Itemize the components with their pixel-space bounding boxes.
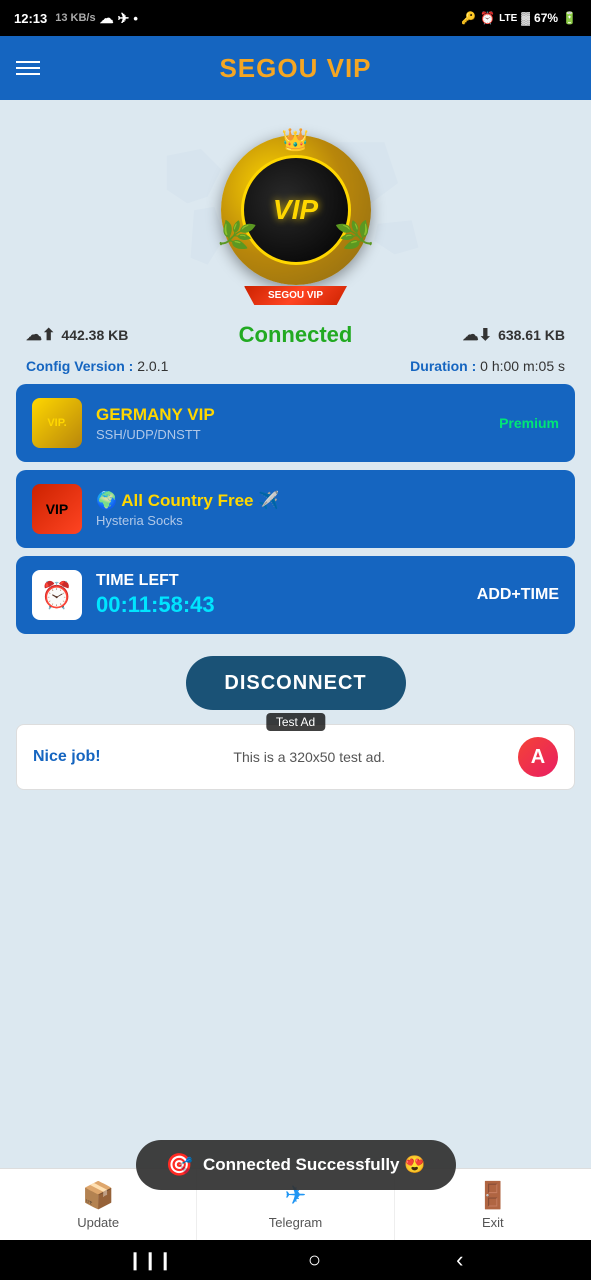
- dot-icon: •: [133, 11, 138, 26]
- exit-icon: 🚪: [477, 1180, 509, 1211]
- telegram-label: Telegram: [269, 1215, 322, 1230]
- menu-line-2: [16, 67, 40, 69]
- ad-nice-text: Nice job!: [33, 748, 101, 766]
- cloud-icon: ☁: [100, 10, 114, 27]
- toast-text: Connected Successfully 😍: [203, 1155, 425, 1175]
- server-type-1: SSH/UDP/DNSTT: [96, 427, 499, 442]
- status-left: 12:13 13 KB/s ☁ ✈ •: [14, 10, 138, 27]
- disconnect-button[interactable]: DISCONNECT: [186, 656, 406, 710]
- server-icon-1: VIP.: [32, 398, 82, 448]
- ad-label: Test Ad: [266, 713, 325, 731]
- ad-description: This is a 320x50 test ad.: [111, 749, 508, 765]
- time-card[interactable]: ⏰ TIME LEFT 00:11:58:43 ADD+TIME: [16, 556, 575, 634]
- download-stat: ☁⬇ 638.61 KB: [463, 325, 565, 345]
- status-right: 🔑 ⏰ LTE ▓ 67% 🔋: [461, 11, 577, 25]
- system-nav-bar: ❙❙❙ ○ ‹: [0, 1240, 591, 1280]
- sys-recent-button[interactable]: ❙❙❙: [128, 1250, 173, 1271]
- time-value: 00:11:58:43: [96, 592, 477, 618]
- config-version: Config Version : 2.0.1: [26, 358, 168, 374]
- menu-line-1: [16, 61, 40, 63]
- server-icon-label-2: VIP: [46, 501, 69, 517]
- battery-icon: 🔋: [562, 11, 577, 25]
- config-value: 2.0.1: [137, 358, 168, 374]
- update-icon: 📦: [82, 1180, 114, 1211]
- app-title: SEGOU VIP: [219, 53, 371, 84]
- time-info: TIME LEFT 00:11:58:43: [96, 572, 477, 618]
- time-label: TIME LEFT: [96, 572, 477, 590]
- download-icon: ☁⬇: [463, 325, 492, 345]
- status-network: 13 KB/s: [55, 12, 95, 24]
- send-icon: ✈: [118, 10, 130, 27]
- key-icon: 🔑: [461, 11, 476, 25]
- stats-row: ☁⬆ 442.38 KB Connected ☁⬇ 638.61 KB: [16, 314, 575, 356]
- battery-percent: 67%: [534, 11, 558, 25]
- config-row: Config Version : 2.0.1 Duration : 0 h:00…: [16, 356, 575, 384]
- medal-inner: VIP: [241, 155, 351, 265]
- server-icon-label-1: VIP.: [47, 417, 66, 429]
- update-label: Update: [77, 1215, 119, 1230]
- crown-icon: 👑: [282, 127, 309, 153]
- lte-icon: LTE: [499, 13, 517, 24]
- config-label: Config Version :: [26, 358, 133, 374]
- toast-icon: 🎯: [166, 1152, 193, 1178]
- sys-home-button[interactable]: ○: [308, 1247, 321, 1273]
- status-bar: 12:13 13 KB/s ☁ ✈ • 🔑 ⏰ LTE ▓ 67% 🔋: [0, 0, 591, 36]
- menu-line-3: [16, 73, 40, 75]
- signal-icon: ▓: [521, 11, 530, 25]
- status-time: 12:13: [14, 11, 47, 26]
- duration-value: 0 h:00 m:05 s: [480, 358, 565, 374]
- app-header: SEGOU VIP: [0, 36, 591, 100]
- duration-info: Duration : 0 h:00 m:05 s: [410, 358, 565, 374]
- add-time-button[interactable]: ADD+TIME: [477, 586, 559, 604]
- server-name-1: GERMANY VIP: [96, 405, 499, 425]
- main-content: 👑 VIP 🌿 🌿 SEGOU VIP ☁⬆ 442.38 KB Connect…: [0, 100, 591, 1168]
- server-type-2: Hysteria Socks: [96, 513, 559, 528]
- ad-icon-label: A: [531, 746, 545, 769]
- upload-amount: 442.38 KB: [61, 327, 128, 343]
- alarm-icon: ⏰: [480, 11, 495, 25]
- time-icon: ⏰: [32, 570, 82, 620]
- duration-label: Duration :: [410, 358, 476, 374]
- menu-button[interactable]: [16, 61, 40, 75]
- sys-back-button[interactable]: ‹: [456, 1247, 463, 1273]
- server-card-germany[interactable]: VIP. GERMANY VIP SSH/UDP/DNSTT Premium: [16, 384, 575, 462]
- server-name-2: 🌍 All Country Free ✈️: [96, 491, 559, 511]
- exit-label: Exit: [482, 1215, 504, 1230]
- server-info-2: 🌍 All Country Free ✈️ Hysteria Socks: [96, 491, 559, 528]
- vip-badge-area: 👑 VIP 🌿 🌿 SEGOU VIP: [16, 110, 575, 310]
- connected-status: Connected: [239, 322, 353, 348]
- server-badge-1: Premium: [499, 415, 559, 431]
- medal-ring: 👑 VIP 🌿 🌿: [221, 135, 371, 285]
- medal-vip-text: VIP: [273, 194, 318, 226]
- upload-icon: ☁⬆: [26, 325, 55, 345]
- ad-banner: Test Ad Nice job! This is a 320x50 test …: [16, 724, 575, 790]
- download-amount: 638.61 KB: [498, 327, 565, 343]
- upload-stat: ☁⬆ 442.38 KB: [26, 325, 128, 345]
- toast-notification: 🎯 Connected Successfully 😍: [136, 1140, 456, 1190]
- ad-brand-icon: A: [518, 737, 558, 777]
- server-info-1: GERMANY VIP SSH/UDP/DNSTT: [96, 405, 499, 442]
- server-icon-2: VIP: [32, 484, 82, 534]
- vip-medal: 👑 VIP 🌿 🌿 SEGOU VIP: [211, 125, 381, 295]
- server-card-allcountry[interactable]: VIP 🌍 All Country Free ✈️ Hysteria Socks: [16, 470, 575, 548]
- medal-ribbon: SEGOU VIP: [244, 286, 347, 305]
